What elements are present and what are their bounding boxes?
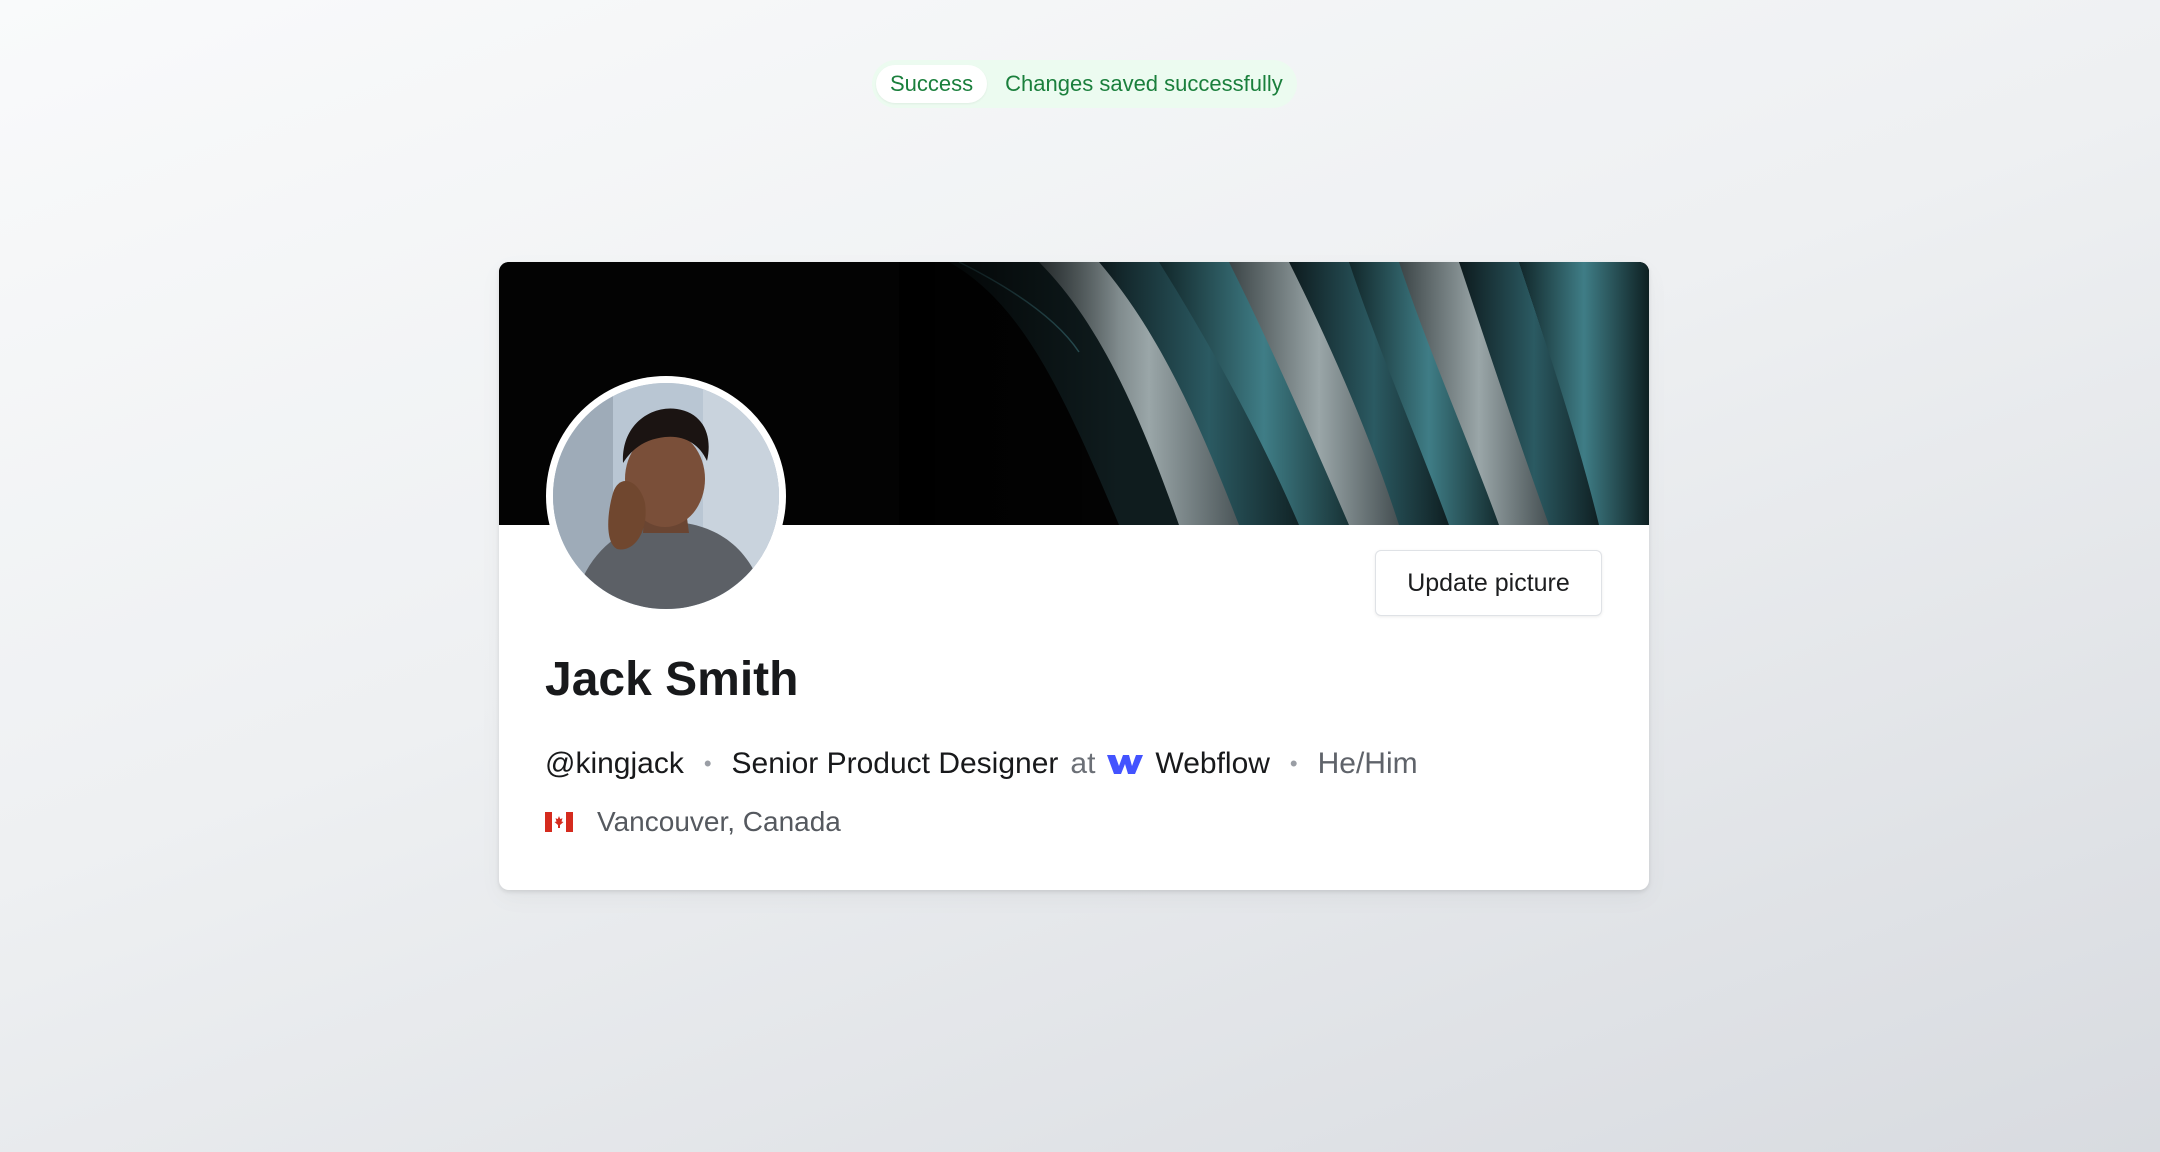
profile-pronouns: He/Him	[1317, 747, 1418, 780]
toast-message: Changes saved successfully	[1005, 71, 1283, 96]
success-badge: Success	[876, 65, 988, 103]
update-picture-button[interactable]: Update picture	[1375, 550, 1602, 616]
at-word: at	[1070, 747, 1096, 780]
profile-card: Update picture Jack Smith @kingjack • Se…	[499, 262, 1649, 890]
profile-photo	[553, 383, 779, 609]
location-text: Vancouver, Canada	[597, 806, 841, 837]
separator-dot: •	[703, 751, 712, 776]
avatar[interactable]	[546, 376, 786, 616]
webflow-logo-icon	[1107, 752, 1144, 776]
profile-name: Jack Smith	[545, 653, 799, 706]
separator-dot: •	[1289, 751, 1298, 776]
profile-handle: @kingjack	[545, 747, 684, 780]
canada-flag-icon	[545, 812, 573, 832]
profile-location: Vancouver, Canada	[545, 804, 841, 840]
profile-role: Senior Product Designer	[731, 747, 1059, 780]
profile-meta-row: @kingjack • Senior Product Designer at W…	[545, 744, 1418, 784]
success-toast: Success Changes saved successfully	[872, 60, 1297, 108]
company-name: Webflow	[1155, 747, 1270, 780]
